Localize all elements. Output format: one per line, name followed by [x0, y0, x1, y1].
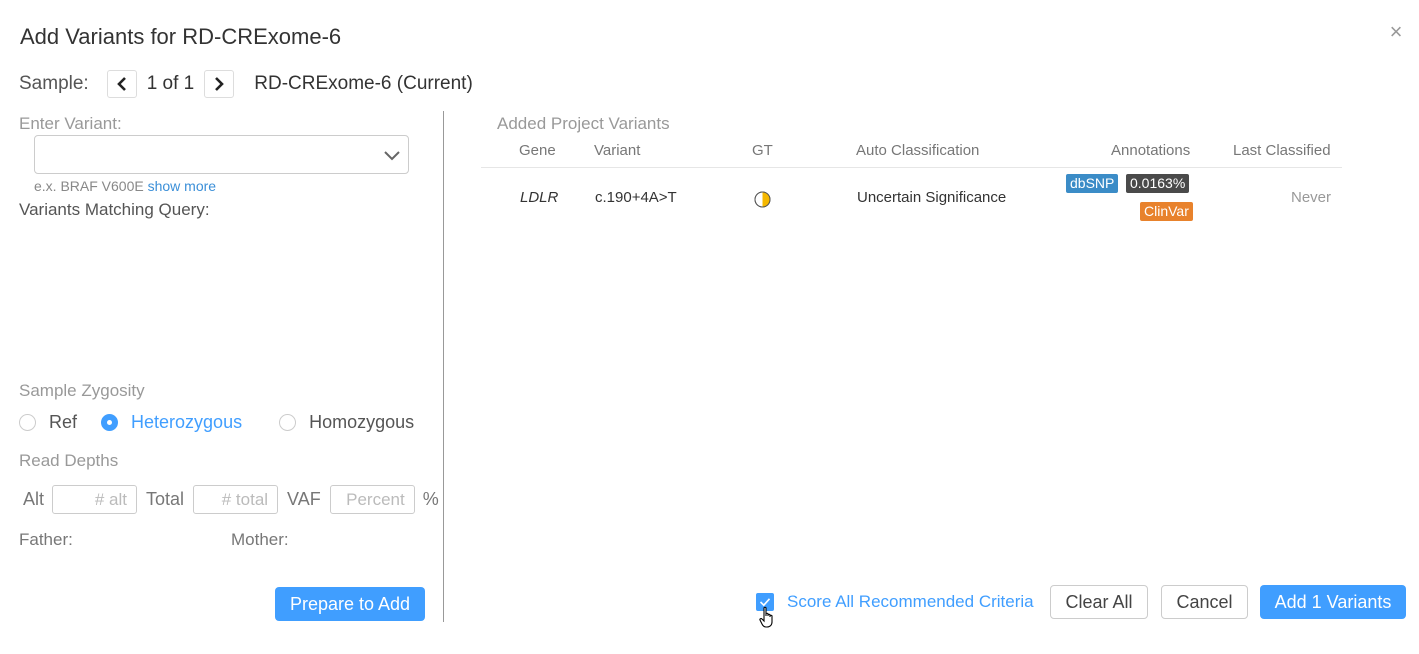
- zygosity-option-ref[interactable]: Ref: [19, 412, 77, 433]
- variant-cell: c.190+4A>T: [595, 189, 677, 206]
- sample-navigator: Sample: 1 of 1 RD-CRExome-6 (Current): [19, 70, 473, 98]
- mother-label: Mother:: [231, 530, 289, 549]
- next-sample-button[interactable]: [204, 70, 235, 98]
- percent-sign: %: [422, 489, 439, 509]
- column-header-last-classified[interactable]: Last Classified: [1233, 142, 1331, 159]
- variant-search-input[interactable]: [34, 135, 409, 174]
- variants-table-header: Gene Variant GT Auto Classification Anno…: [481, 142, 1342, 168]
- clinvar-badge[interactable]: ClinVar: [1140, 202, 1193, 221]
- column-header-annotations[interactable]: Annotations: [1111, 142, 1190, 159]
- total-label: Total: [146, 489, 185, 509]
- gt-cell: [754, 191, 771, 212]
- alt-label: Alt: [23, 489, 45, 509]
- zygosity-radio-group: Ref Heterozygous Homozygous: [19, 412, 414, 433]
- zygosity-option-heterozygous[interactable]: Heterozygous: [101, 412, 242, 433]
- frequency-badge: 0.0163%: [1126, 174, 1190, 193]
- vaf-input[interactable]: [329, 485, 415, 514]
- zygosity-option-homozygous[interactable]: Homozygous: [279, 412, 414, 433]
- hint-example: e.x. BRAF V600E: [34, 178, 144, 194]
- variants-matching-label: Variants Matching Query:: [19, 200, 210, 219]
- radio-selected-icon[interactable]: [101, 414, 119, 431]
- enter-variant-label: Enter Variant:: [19, 114, 122, 133]
- clear-all-button[interactable]: Clear All: [1050, 585, 1148, 619]
- sample-label: Sample:: [19, 73, 89, 94]
- radio-icon[interactable]: [279, 414, 297, 431]
- alt-depth-input[interactable]: [52, 485, 138, 514]
- zygosity-option-label: Ref: [49, 412, 78, 432]
- previous-sample-button[interactable]: [106, 70, 137, 98]
- total-depth-input[interactable]: [193, 485, 279, 514]
- column-header-auto-classification[interactable]: Auto Classification: [856, 142, 979, 159]
- father-label: Father:: [19, 530, 73, 549]
- sample-name: RD-CRExome-6 (Current): [254, 73, 473, 94]
- zygosity-option-label: Heterozygous: [131, 412, 243, 432]
- score-all-label[interactable]: Score All Recommended Criteria: [787, 592, 1034, 612]
- variant-hint: e.x. BRAF V600E show more: [34, 178, 216, 194]
- column-header-gt[interactable]: GT: [752, 142, 773, 159]
- table-row[interactable]: LDLR c.190+4A>T Uncertain Significance d…: [481, 170, 1342, 226]
- sample-count: 1 of 1: [146, 73, 195, 94]
- zygosity-option-label: Homozygous: [309, 412, 415, 432]
- prepare-to-add-button[interactable]: Prepare to Add: [275, 587, 425, 621]
- heterozygous-half-filled-circle-icon: [754, 191, 771, 208]
- read-depths-row: Alt Total VAF %: [23, 485, 439, 514]
- read-depths-label: Read Depths: [19, 451, 119, 470]
- chevron-left-icon: [116, 77, 126, 91]
- chevron-down-icon[interactable]: [384, 148, 400, 162]
- vaf-label: VAF: [287, 489, 321, 509]
- column-header-gene[interactable]: Gene: [519, 142, 556, 159]
- hand-pointer-cursor-icon: [759, 606, 773, 628]
- dialog-title: Add Variants for RD-CRExome-6: [20, 24, 342, 49]
- chevron-right-icon: [215, 77, 225, 91]
- column-header-variant[interactable]: Variant: [594, 142, 640, 159]
- auto-classification-cell: Uncertain Significance: [857, 189, 1007, 206]
- last-classified-cell: Never: [1291, 189, 1332, 206]
- radio-icon[interactable]: [19, 414, 36, 431]
- dbsnp-badge[interactable]: dbSNP: [1066, 174, 1119, 193]
- cancel-button[interactable]: Cancel: [1161, 585, 1248, 619]
- gene-cell: LDLR: [520, 189, 559, 206]
- add-variants-button[interactable]: Add 1 Variants: [1260, 585, 1406, 619]
- zygosity-label: Sample Zygosity: [19, 381, 145, 400]
- close-icon[interactable]: ×: [1386, 21, 1406, 43]
- panel-divider: [443, 111, 444, 622]
- added-variants-title: Added Project Variants: [497, 114, 670, 133]
- show-more-link[interactable]: show more: [148, 178, 216, 194]
